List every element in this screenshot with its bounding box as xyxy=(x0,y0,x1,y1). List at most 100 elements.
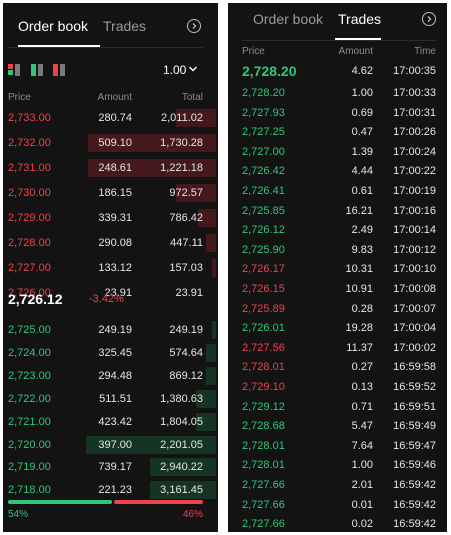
view-bids-icon[interactable] xyxy=(31,64,44,76)
total: 869.12 xyxy=(169,369,203,382)
total: 1,380.63 xyxy=(160,392,203,405)
trade-price: 2,728.20 xyxy=(242,87,285,99)
last-price: 2,726.12 xyxy=(8,291,63,307)
price: 2,719.00 xyxy=(8,461,51,474)
trade-amount: 1.00 xyxy=(351,459,373,472)
trade-time: 16:59:42 xyxy=(393,498,436,511)
trade-amount: 0.02 xyxy=(351,518,373,531)
trade-price: 2,726.41 xyxy=(242,185,285,197)
amount: 511.51 xyxy=(99,392,132,405)
bid-row[interactable]: 2,719.00 739.17 2,940.22 xyxy=(3,456,218,478)
total: 2,011.02 xyxy=(160,112,203,124)
view-both-icon[interactable] xyxy=(8,64,21,76)
total: 2,201.05 xyxy=(160,438,203,451)
bid-row[interactable]: 2,718.00 221.23 3,161.45 xyxy=(3,479,218,501)
trade-time: 16:59:51 xyxy=(393,400,436,413)
trade-time: 16:59:47 xyxy=(393,439,436,452)
trade-price: 2,728.01 xyxy=(242,439,285,452)
total: 2,940.22 xyxy=(160,461,203,474)
trade-time: 16:59:42 xyxy=(393,518,436,531)
aggregation-value[interactable]: 1.00 xyxy=(163,63,186,77)
trade-amount: 10.91 xyxy=(345,283,373,295)
ask-row[interactable]: 2,729.00 339.31 786.42 xyxy=(3,207,218,229)
amount: 186.15 xyxy=(98,187,132,199)
view-asks-icon[interactable] xyxy=(53,64,66,76)
ask-row[interactable]: 2,728.00 290.08 447.11 xyxy=(3,232,218,254)
trade-amount: 5.47 xyxy=(351,420,373,433)
amount: 739.17 xyxy=(98,461,132,474)
chevron-right-circle-icon[interactable] xyxy=(187,19,201,33)
trade-amount: 0.13 xyxy=(351,381,373,393)
trade-amount: 4.62 xyxy=(351,65,373,77)
trade-price: 2,726.17 xyxy=(242,263,285,276)
price: 2,733.00 xyxy=(8,112,51,124)
trade-amount: 4.44 xyxy=(351,165,373,178)
ask-row[interactable]: 2,733.00 280.74 2,011.02 xyxy=(3,107,218,129)
trade-time: 16:59:46 xyxy=(393,459,436,472)
sell-ratio-label: 46% xyxy=(182,509,203,520)
bid-row[interactable]: 2,721.00 423.42 1,804.05 xyxy=(3,411,218,433)
trade-row: 2,728.01 1.00 16:59:46 xyxy=(228,455,447,475)
trade-amount: 0.69 xyxy=(351,106,373,119)
total: 1,221.18 xyxy=(160,162,203,174)
ask-row[interactable]: 2,732.00 509.10 1,730.28 xyxy=(3,132,218,154)
chevron-down-icon[interactable] xyxy=(188,64,198,74)
trade-row: 2,728.20 1.00 17:00:33 xyxy=(228,83,447,103)
trade-price: 2,728.20 xyxy=(242,63,297,79)
header-divider xyxy=(8,47,203,48)
tab-trades[interactable]: Trades xyxy=(338,11,381,27)
bid-row[interactable]: 2,722.00 511.51 1,380.63 xyxy=(3,388,218,410)
trade-price: 2,725.90 xyxy=(242,243,285,256)
chevron-right-circle-icon[interactable] xyxy=(422,12,436,26)
ask-row[interactable]: 2,731.00 248.61 1,221.18 xyxy=(3,157,218,179)
trade-row: 2,728.20 4.62 17:00:35 xyxy=(228,60,447,84)
trade-amount: 19.28 xyxy=(345,322,373,335)
trade-price: 2,725.85 xyxy=(242,204,285,217)
tab-trades[interactable]: Trades xyxy=(103,18,146,34)
trade-price: 2,726.15 xyxy=(242,283,285,295)
total: 3,161.45 xyxy=(160,484,203,497)
trade-row: 2,728.68 5.47 16:59:49 xyxy=(228,416,447,436)
trade-amount: 2.01 xyxy=(351,479,373,491)
amount: 221.23 xyxy=(98,484,132,497)
trade-time: 16:59:49 xyxy=(393,420,436,433)
trade-row: 2,726.41 0.61 17:00:19 xyxy=(228,181,447,201)
trade-row: 2,728.01 7.64 16:59:47 xyxy=(228,436,447,456)
trade-amount: 1.39 xyxy=(351,145,373,158)
trade-time: 17:00:14 xyxy=(393,224,436,237)
trade-price: 2,728.01 xyxy=(242,459,285,472)
total: 23.91 xyxy=(175,287,203,299)
trade-time: 17:00:19 xyxy=(393,185,436,197)
bid-row[interactable]: 2,725.00 249.19 249.19 xyxy=(3,319,218,341)
amount-header: Amount xyxy=(97,92,132,103)
ask-row[interactable]: 2,730.00 186.15 972.57 xyxy=(3,182,218,204)
ask-row[interactable]: 2,727.00 133.12 157.03 xyxy=(3,257,218,279)
price: 2,731.00 xyxy=(8,162,51,174)
tab-order-book[interactable]: Order book xyxy=(253,11,323,27)
depth-bar xyxy=(206,234,216,252)
trade-price: 2,729.12 xyxy=(242,400,285,413)
trade-row: 2,727.66 2.01 16:59:42 xyxy=(228,475,447,495)
amount: 397.00 xyxy=(98,438,132,451)
price: 2,721.00 xyxy=(8,415,51,428)
header-divider xyxy=(242,40,437,41)
trade-amount: 11.37 xyxy=(346,341,373,354)
price: 2,729.00 xyxy=(8,212,51,224)
trade-row: 2,729.12 0.71 16:59:51 xyxy=(228,397,447,417)
bid-row[interactable]: 2,724.00 325.45 574.64 xyxy=(3,342,218,364)
trade-row: 2,725.89 0.28 17:00:07 xyxy=(228,299,447,319)
trade-time: 17:00:02 xyxy=(393,341,436,354)
trade-price: 2,728.68 xyxy=(242,420,285,433)
trade-price: 2,726.12 xyxy=(242,224,285,237)
amount: 509.10 xyxy=(98,137,132,149)
bid-row[interactable]: 2,723.00 294.48 869.12 xyxy=(3,365,218,387)
trade-price: 2,725.89 xyxy=(242,302,285,315)
price: 2,725.00 xyxy=(8,324,51,336)
trade-amount: 0.47 xyxy=(351,126,373,139)
trade-row: 2,727.66 0.02 16:59:42 xyxy=(228,514,447,532)
amount: 339.31 xyxy=(98,212,132,224)
price: 2,732.00 xyxy=(8,137,51,149)
bid-row[interactable]: 2,720.00 397.00 2,201.05 xyxy=(3,434,218,456)
price: 2,724.00 xyxy=(8,346,51,359)
tab-order-book[interactable]: Order book xyxy=(18,18,88,34)
